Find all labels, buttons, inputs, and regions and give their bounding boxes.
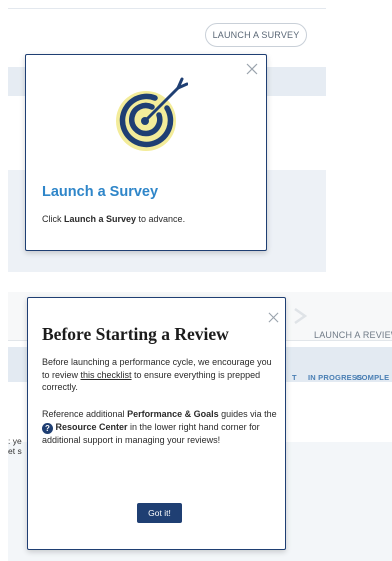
modal-paragraph: Reference additional Performance & Goals… — [42, 409, 277, 445]
launch-survey-button[interactable]: LAUNCH A SURVEY — [205, 23, 307, 47]
modal-paragraph: Before launching a performance cycle, we… — [42, 357, 272, 392]
close-icon[interactable] — [246, 63, 258, 75]
before-review-modal: Before Starting a Review Before launchin… — [27, 297, 286, 550]
tooltip-body: Click Launch a Survey to advance. — [42, 214, 186, 224]
modal-title: Before Starting a Review — [42, 324, 229, 344]
background-text: et s — [8, 446, 22, 456]
divider — [8, 8, 326, 9]
resource-center-text: Resource Center — [55, 421, 128, 432]
review-page-screenshot: LAUNCH A REVIEW T IN PROGRESS COMPLE : y… — [8, 292, 392, 561]
launch-survey-tooltip: Launch a Survey Click Launch a Survey to… — [25, 54, 267, 251]
tab-complete[interactable]: COMPLE — [356, 373, 389, 382]
got-it-button[interactable]: Got it! — [137, 503, 182, 523]
tab-in-progress[interactable]: IN PROGRESS — [308, 373, 362, 382]
resource-center-icon: ? — [42, 422, 53, 434]
checklist-link[interactable]: this checklist — [81, 370, 132, 380]
launch-review-button[interactable]: LAUNCH A REVIEW — [314, 330, 392, 340]
close-icon[interactable] — [268, 312, 279, 323]
tooltip-title: Launch a Survey — [42, 184, 159, 200]
tooltip-body-emphasis: Launch a Survey — [64, 214, 137, 224]
target-arrow-icon — [116, 77, 188, 151]
performance-goals-text: Performance & Goals — [127, 409, 219, 419]
survey-page-screenshot: LAUNCH A SURVEY Launch a Survey Click La… — [8, 0, 326, 272]
tab-partial[interactable]: T — [292, 373, 297, 382]
background-text: : ye — [8, 436, 22, 446]
chevron-right-icon — [294, 308, 308, 324]
